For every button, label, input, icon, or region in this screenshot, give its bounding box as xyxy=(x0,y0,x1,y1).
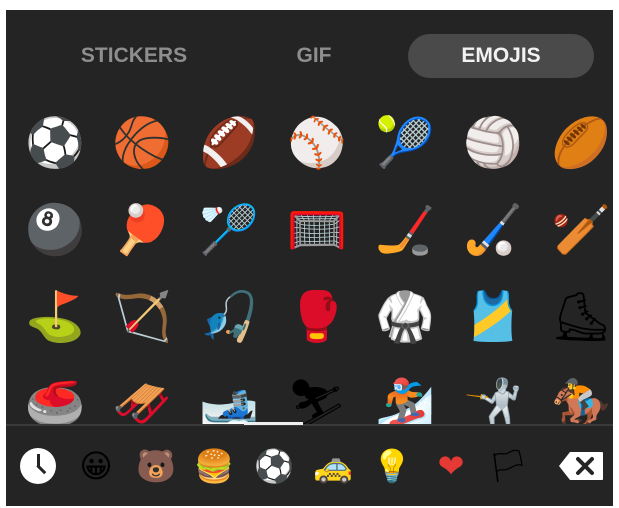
emoji-glyph: ⛳ xyxy=(25,289,85,345)
martial-arts-uniform-emoji[interactable]: 🥋 xyxy=(370,282,440,352)
emoji-glyph: ⛷ xyxy=(286,376,348,424)
bow-and-arrow-emoji[interactable]: 🏹 xyxy=(107,282,177,352)
emoji-glyph: 🎿 xyxy=(199,376,259,424)
tab-stickers[interactable]: STICKERS xyxy=(54,34,214,78)
ping-pong-emoji[interactable]: 🏓 xyxy=(107,195,177,265)
horse-racing-emoji[interactable]: 🏇 xyxy=(546,369,613,424)
emoji-glyph: 🏀 xyxy=(112,115,172,171)
emoji-glyph: 🏈 xyxy=(199,115,259,171)
emoji-glyph: 🏒 xyxy=(375,202,435,258)
emoji-glyph: 🥊 xyxy=(287,289,347,345)
flags-category-icon[interactable]: 🏳 xyxy=(486,444,530,488)
tennis-emoji[interactable]: 🎾 xyxy=(370,108,440,178)
emoji-glyph: 🏇 xyxy=(551,376,611,424)
snowboarder-emoji[interactable]: 🏂 xyxy=(370,369,440,424)
skis-emoji[interactable]: 🎿 xyxy=(194,369,264,424)
ice-hockey-emoji[interactable]: 🏒 xyxy=(370,195,440,265)
food-category-icon[interactable]: 🍔 xyxy=(192,444,236,488)
sled-emoji[interactable]: 🛷 xyxy=(107,369,177,424)
emoji-glyph: 🎽 xyxy=(463,289,523,345)
rugby-football-emoji[interactable]: 🏉 xyxy=(546,108,613,178)
emoji-keyboard-panel: STICKERS GIF EMOJIS ⚽ 🏀 🏈 ⚾ 🎾 🏐 🏉 🎱 🏓 🏸 🥅 🏒 🏑 🏏 ⛳ 🏹 🎣 🥊 🥋 🎽… xyxy=(6,10,613,506)
curling-stone-emoji[interactable]: 🥌 xyxy=(20,369,90,424)
recent-clock-icon[interactable] xyxy=(20,448,56,484)
basketball-emoji[interactable]: 🏀 xyxy=(107,108,177,178)
symbols-category-icon[interactable]: ❤ xyxy=(429,444,473,488)
emoji-glyph: 🎾 xyxy=(375,115,435,171)
tab-gif[interactable]: GIF xyxy=(264,34,364,78)
emoji-glyph: 🛷 xyxy=(112,376,172,424)
goal-net-emoji[interactable]: 🥅 xyxy=(282,195,352,265)
emoji-glyph: ⚾ xyxy=(287,115,347,171)
emoji-grid: ⚽ 🏀 🏈 ⚾ 🎾 🏐 🏉 🎱 🏓 🏸 🥅 🏒 🏑 🏏 ⛳ 🏹 🎣 🥊 🥋 🎽 ⛸ 🥌 🛷 🎿 ⛷ 🏂 🤺 🏇 xyxy=(6,102,613,424)
emoji-glyph: 🏉 xyxy=(551,115,611,171)
ice-skate-emoji[interactable]: ⛸ xyxy=(546,282,613,352)
pool-8-ball-emoji[interactable]: 🎱 xyxy=(20,195,90,265)
emoji-glyph: 🏏 xyxy=(551,202,611,258)
animals-category-icon[interactable]: 🐻 xyxy=(134,444,178,488)
emoji-glyph: 🥅 xyxy=(287,202,347,258)
smileys-category-icon[interactable]: 😀 xyxy=(74,444,118,488)
travel-category-icon[interactable]: 🚕 xyxy=(311,444,355,488)
tab-emojis[interactable]: EMOJIS xyxy=(408,34,594,78)
emoji-glyph: 🏑 xyxy=(463,202,523,258)
volleyball-emoji[interactable]: 🏐 xyxy=(458,108,528,178)
emoji-glyph: 🏂 xyxy=(375,376,435,424)
flag-in-hole-emoji[interactable]: ⛳ xyxy=(20,282,90,352)
baseball-emoji[interactable]: ⚾ xyxy=(282,108,352,178)
boxing-glove-emoji[interactable]: 🥊 xyxy=(282,282,352,352)
activity-category-icon[interactable]: ⚽ xyxy=(252,444,296,488)
emoji-glyph: 🏐 xyxy=(463,115,523,171)
category-bar: 😀 🐻 🍔 ⚽ 🚕 💡 ❤ 🏳 xyxy=(6,426,613,506)
emoji-glyph: 🏸 xyxy=(199,202,259,258)
emoji-glyph: ⛸ xyxy=(550,289,612,345)
keyboard-tabs: STICKERS GIF EMOJIS xyxy=(6,10,613,102)
fishing-pole-emoji[interactable]: 🎣 xyxy=(194,282,264,352)
backspace-icon[interactable] xyxy=(558,451,604,481)
objects-category-icon[interactable]: 💡 xyxy=(370,444,414,488)
scroll-indicator xyxy=(244,422,303,425)
skier-emoji[interactable]: ⛷ xyxy=(282,369,352,424)
american-football-emoji[interactable]: 🏈 xyxy=(194,108,264,178)
emoji-glyph: 🎱 xyxy=(25,202,85,258)
emoji-glyph: 🤺 xyxy=(463,376,523,424)
soccer-ball-emoji[interactable]: ⚽ xyxy=(20,108,90,178)
emoji-glyph: 🥋 xyxy=(375,289,435,345)
cricket-game-emoji[interactable]: 🏏 xyxy=(546,195,613,265)
emoji-glyph: 🏹 xyxy=(112,289,172,345)
field-hockey-emoji[interactable]: 🏑 xyxy=(458,195,528,265)
emoji-glyph: 🏓 xyxy=(112,202,172,258)
emoji-glyph: ⚽ xyxy=(25,115,85,171)
emoji-glyph: 🥌 xyxy=(25,376,85,424)
emoji-glyph: 🎣 xyxy=(199,289,259,345)
running-shirt-emoji[interactable]: 🎽 xyxy=(458,282,528,352)
badminton-emoji[interactable]: 🏸 xyxy=(194,195,264,265)
person-fencing-emoji[interactable]: 🤺 xyxy=(458,369,528,424)
